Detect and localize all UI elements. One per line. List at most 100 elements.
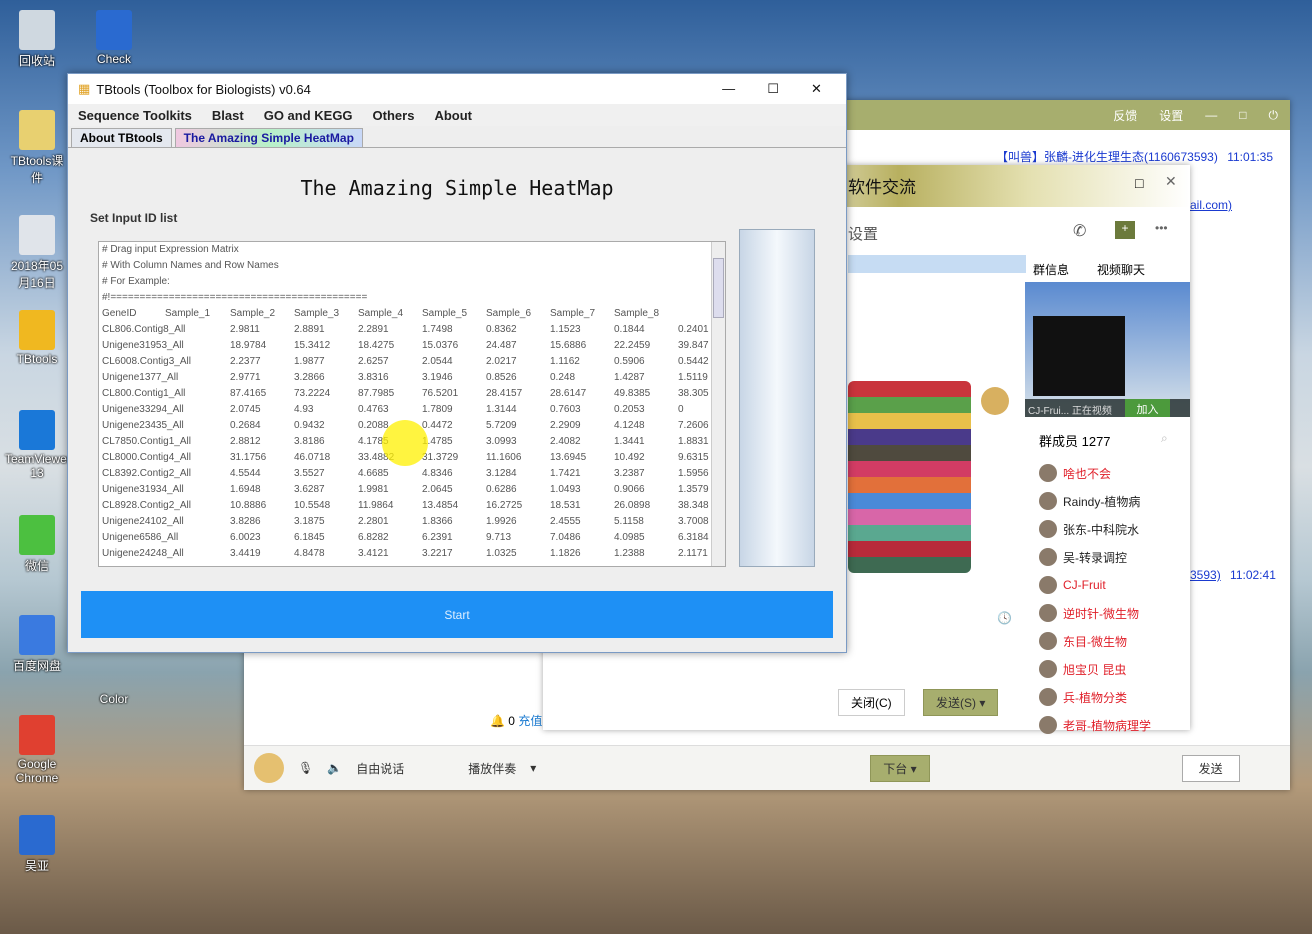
mic-icon[interactable]: 🎙 — [298, 761, 313, 775]
maximize-icon[interactable]: □ — [1239, 108, 1246, 122]
history-icon[interactable]: 🕓 — [997, 611, 1012, 625]
selected-row — [848, 255, 1026, 273]
cell-value: 15.3412 — [294, 340, 331, 351]
desktop-icon[interactable]: TBtools课件 — [5, 110, 69, 186]
title-bar: ▦ TBtools (Toolbox for Biologists) v0.64… — [68, 74, 846, 104]
avatar — [1039, 604, 1057, 622]
more-icon[interactable]: ••• — [1155, 221, 1168, 235]
member-item[interactable]: 老哥-植物病理学 — [1039, 711, 1189, 739]
add-icon[interactable]: + — [1115, 221, 1135, 239]
group-settings[interactable]: 设置 — [848, 223, 878, 244]
cell-value: 3.6287 — [294, 484, 325, 495]
chevron-down-icon[interactable]: ▾ — [530, 761, 536, 775]
menu-others[interactable]: Others — [373, 108, 415, 123]
sender-link[interactable]: 【叫兽】张麟-进化生理生态(1160673593) — [996, 150, 1218, 164]
gene-id: CL8928.Contig2_All — [102, 500, 191, 511]
stage-button[interactable]: 下台 ▾ — [870, 754, 930, 782]
member-name: 逆时针-微生物 — [1063, 606, 1139, 621]
desktop-icon[interactable]: Google Chrome — [5, 715, 69, 785]
menu-go-and-kegg[interactable]: GO and KEGG — [264, 108, 353, 123]
cell-value: 2.4082 — [550, 436, 581, 447]
cell-value: 1.8831 — [678, 436, 709, 447]
member-item[interactable]: 东目-微生物 — [1039, 627, 1189, 655]
send-button[interactable]: 发送 — [1181, 754, 1240, 782]
cell-value: 1.5119 — [678, 372, 708, 383]
minimize-icon[interactable]: — — [1205, 108, 1217, 122]
member-item[interactable]: 逆时针-微生物 — [1039, 599, 1189, 627]
cell-value: 3.4121 — [358, 548, 389, 559]
member-item[interactable]: 啥也不会 — [1039, 459, 1189, 487]
expression-matrix-textarea[interactable]: # Drag input Expression Matrix # With Col… — [98, 241, 726, 567]
member-name: 兵-植物分类 — [1063, 690, 1127, 705]
menu-about[interactable]: About — [434, 108, 472, 123]
feedback-button[interactable]: 反馈 — [1113, 107, 1137, 124]
window-title: TBtools (Toolbox for Biologists) v0.64 — [96, 81, 311, 97]
menu-sequence-toolkits[interactable]: Sequence Toolkits — [78, 108, 192, 123]
menu-blast[interactable]: Blast — [212, 108, 244, 123]
cell-value: 5.7209 — [486, 420, 517, 431]
desktop-icon[interactable]: Color — [82, 650, 146, 706]
cell-value: 0.248 — [550, 372, 576, 383]
accompany-dropdown[interactable]: 播放伴奏 — [468, 760, 516, 777]
desktop-icon[interactable]: 回收站 — [5, 10, 69, 69]
cell-value: 15.6886 — [550, 340, 587, 351]
member-item[interactable]: CJ-Fruit — [1039, 571, 1189, 599]
cell-value: 0.4472 — [422, 420, 453, 431]
speaker-icon[interactable]: 🔈 — [327, 761, 342, 775]
phone-icon[interactable]: ✆ — [1073, 221, 1086, 241]
power-icon[interactable]: ⏻ — [1269, 108, 1279, 123]
member-item[interactable]: 兵-植物分类 — [1039, 683, 1189, 711]
tab-about-tbtools[interactable]: About TBtools — [71, 128, 172, 147]
sender-link[interactable]: 3593) — [1190, 568, 1221, 582]
cell-value: 13.4854 — [422, 500, 459, 511]
avatar — [981, 387, 1009, 415]
cell-value: 73.2224 — [294, 388, 331, 399]
desktop-icon[interactable]: TBtools — [5, 310, 69, 366]
video-preview[interactable]: CJ-Frui... 正在视频 加入 — [1025, 282, 1190, 417]
maximize-icon[interactable]: ☐ — [767, 81, 779, 97]
scroll-thumb[interactable] — [713, 258, 724, 318]
minimize-icon[interactable]: — — [722, 81, 735, 97]
desktop-icon[interactable]: TeamViewer 13 — [5, 410, 71, 480]
start-button[interactable]: Start — [81, 591, 833, 638]
member-item[interactable]: Raindy-植物病 — [1039, 487, 1189, 515]
close-icon[interactable]: ✕ — [811, 81, 822, 97]
desktop-icon[interactable]: 2018年05月16日 — [5, 215, 69, 291]
app-icon — [19, 815, 55, 855]
member-item[interactable]: 吴-转录调控 — [1039, 543, 1189, 571]
heatmap-preview-button[interactable] — [739, 229, 815, 567]
member-name: CJ-Fruit — [1063, 578, 1106, 592]
email-link[interactable]: ail.com) — [1190, 198, 1232, 212]
send-button[interactable]: 发送(S) ▾ — [923, 689, 999, 716]
gene-id: Unigene31934_All — [102, 484, 184, 495]
desktop-icon[interactable]: 吴亚 — [5, 815, 69, 874]
tab-heatmap[interactable]: The Amazing Simple HeatMap — [174, 128, 363, 147]
app-icon — [96, 650, 132, 690]
free-talk-button[interactable]: 自由说话 — [356, 760, 404, 777]
desktop-icon[interactable]: 微信 — [5, 515, 69, 574]
tab-group-info[interactable]: 群信息 — [1033, 261, 1069, 278]
members-label: 群成员 1277 — [1039, 434, 1111, 449]
close-icon[interactable]: ✕ — [1165, 173, 1177, 190]
desktop-icon[interactable]: Check — [82, 10, 146, 66]
desktop-icon-label: Google Chrome — [15, 757, 59, 785]
join-button[interactable]: 加入 — [1125, 399, 1170, 417]
chat-message: 【叫兽】张麟-进化生理生态(1160673593) 11:01:35 — [996, 148, 1273, 165]
settings-button[interactable]: 设置 — [1159, 107, 1183, 124]
member-item[interactable]: 旭宝贝 昆虫 — [1039, 655, 1189, 683]
charge-link[interactable]: 充值 — [518, 714, 542, 728]
desktop-icon[interactable]: 百度网盘 — [5, 615, 69, 674]
member-item[interactable]: 张东-中科院水 — [1039, 515, 1189, 543]
message-time: 11:01:35 — [1227, 150, 1274, 164]
cell-value: 4.0985 — [614, 532, 645, 543]
maximize-icon[interactable]: □ — [1135, 175, 1143, 191]
cell-value: 31.3729 — [422, 452, 459, 463]
scrollbar[interactable] — [711, 242, 725, 566]
close-button[interactable]: 关闭(C) — [838, 689, 905, 716]
tab-video-chat[interactable]: 视频聊天 — [1097, 261, 1145, 278]
cell-value: 2.1171 — [678, 548, 708, 559]
avatar — [1039, 520, 1057, 538]
cell-value: 0.6286 — [486, 484, 517, 495]
search-icon[interactable]: ⌕ — [1161, 431, 1168, 446]
cell-value: 4.8478 — [294, 548, 325, 559]
